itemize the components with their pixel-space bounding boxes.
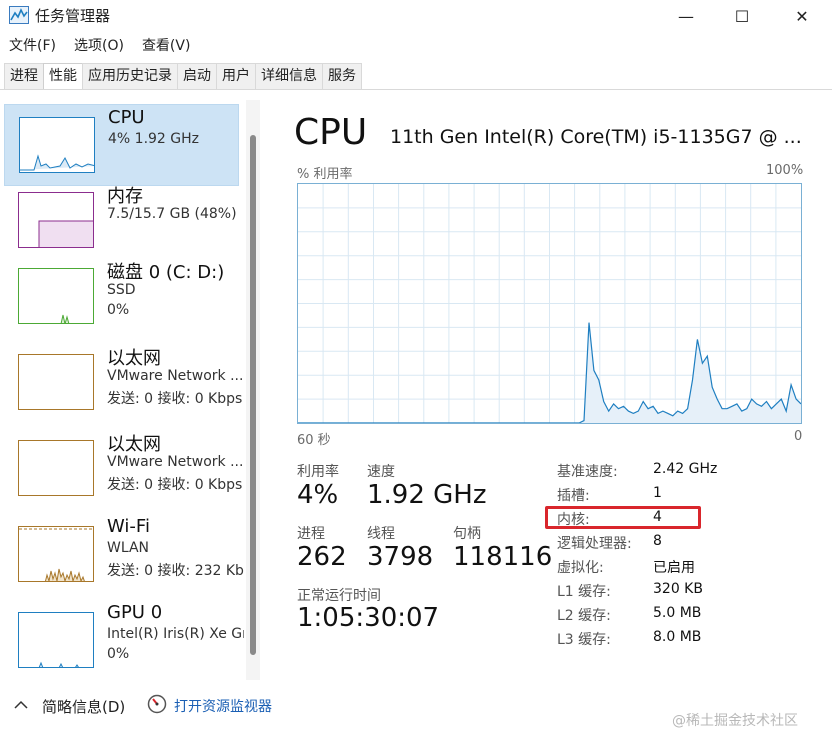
fewer-details-button[interactable]: 简略信息(D): [42, 696, 125, 717]
sidebar-item-detail: Intel(R) Iris(R) Xe Graphics: [107, 626, 244, 642]
open-resource-monitor-link[interactable]: 打开资源监视器: [174, 696, 272, 716]
disk-thumbnail: [18, 268, 94, 324]
resource-monitor-icon[interactable]: [147, 694, 167, 714]
uptime-value: 1:05:30:07: [297, 603, 440, 633]
processes-value: 262: [297, 542, 347, 572]
sidebar-item-wifi[interactable]: Wi-Fi WLAN 发送: 0 接收: 232 Kbps: [4, 514, 244, 596]
sidebar-item-detail: 4% 1.92 GHz: [108, 131, 200, 147]
virtualization-value: 已启用: [653, 560, 695, 576]
watermark-text: @稀土掘金技术社区: [672, 713, 798, 729]
cpu-model-name: 11th Gen Intel(R) Core(TM) i5-1135G7 @ .…: [390, 126, 802, 148]
cpu-utilization-graph: [297, 183, 802, 424]
sidebar-item-title: 磁盘 0 (C: D:): [107, 262, 225, 283]
page-title: CPU: [294, 112, 368, 153]
tab-details[interactable]: 详细信息: [255, 63, 323, 89]
graph-label-max: 100%: [766, 163, 804, 178]
threads-value: 3798: [367, 542, 434, 572]
uptime-label: 正常运行时间: [297, 588, 381, 604]
sidebar-item-detail: VMware Network ...: [107, 454, 244, 470]
sidebar-item-detail: WLAN: [107, 540, 150, 556]
graph-label-zero: 0: [794, 429, 803, 444]
sidebar-item-title: CPU: [108, 107, 145, 128]
minimize-button[interactable]: —: [658, 0, 714, 32]
handles-label: 句柄: [453, 526, 481, 542]
maximize-button[interactable]: ☐: [714, 0, 770, 32]
l1-cache-label: L1 缓存:: [557, 584, 611, 600]
graph-label-utilization: % 利用率: [297, 167, 353, 182]
tab-performance[interactable]: 性能: [43, 63, 83, 90]
ethernet-thumbnail: [18, 440, 94, 496]
sidebar-item-gpu[interactable]: GPU 0 Intel(R) Iris(R) Xe Graphics 0%: [4, 600, 244, 682]
logical-processors-value: 8: [653, 533, 662, 549]
base-speed-label: 基准速度:: [557, 464, 618, 480]
sidebar-item-memory[interactable]: 内存 7.5/15.7 GB (48%): [4, 180, 239, 262]
wifi-thumbnail: [18, 526, 94, 582]
sidebar-item-throughput: 发送: 0 接收: 232 Kbps: [107, 563, 244, 579]
sidebar-item-title: GPU 0: [107, 602, 163, 623]
graph-label-time-span: 60 秒: [297, 433, 331, 448]
tab-bar: 进程 性能 应用历史记录 启动 用户 详细信息 服务: [4, 63, 362, 90]
tab-processes[interactable]: 进程: [4, 63, 44, 89]
task-manager-icon: [9, 6, 29, 24]
ethernet-thumbnail: [18, 354, 94, 410]
speed-label: 速度: [367, 464, 395, 480]
tab-services[interactable]: 服务: [322, 63, 362, 89]
l2-cache-value: 5.0 MB: [653, 605, 702, 621]
logical-processors-label: 逻辑处理器:: [557, 536, 632, 552]
tab-users[interactable]: 用户: [216, 63, 256, 89]
window-title: 任务管理器: [35, 7, 111, 25]
close-button[interactable]: ✕: [774, 0, 830, 32]
menu-options[interactable]: 选项(O): [65, 34, 133, 58]
sidebar-item-disk[interactable]: 磁盘 0 (C: D:) SSD 0%: [4, 256, 239, 338]
sidebar-item-title: 以太网: [107, 434, 161, 455]
sidebar-item-detail: SSD: [107, 282, 136, 298]
sidebar-item-title: 内存: [107, 186, 143, 207]
chevron-up-icon[interactable]: [14, 700, 28, 710]
sidebar-item-throughput: 发送: 0 接收: 0 Kbps: [107, 391, 243, 407]
resource-sidebar: CPU 4% 1.92 GHz 内存 7.5/15.7 GB (48%) 磁盘 …: [0, 90, 268, 682]
cpu-thumbnail: [19, 117, 95, 173]
cores-highlight-box: [545, 506, 701, 529]
sockets-label: 插槽:: [557, 488, 590, 504]
utilization-label: 利用率: [297, 464, 339, 480]
menu-view[interactable]: 查看(V): [133, 34, 200, 58]
sidebar-item-title: Wi-Fi: [107, 516, 150, 537]
title-bar: 任务管理器 — ☐ ✕: [0, 0, 832, 32]
threads-label: 线程: [367, 526, 395, 542]
menu-bar: 文件(F) 选项(O) 查看(V): [0, 34, 199, 58]
tab-app-history[interactable]: 应用历史记录: [82, 63, 178, 89]
sidebar-item-throughput: 发送: 0 接收: 0 Kbps: [107, 477, 243, 493]
l3-cache-value: 8.0 MB: [653, 629, 702, 645]
tab-startup[interactable]: 启动: [177, 63, 217, 89]
utilization-value: 4%: [297, 480, 339, 510]
base-speed-value: 2.42 GHz: [653, 461, 718, 477]
sidebar-item-usage: 0%: [107, 646, 130, 662]
sidebar-item-cpu[interactable]: CPU 4% 1.92 GHz: [4, 104, 239, 186]
memory-thumbnail: [18, 192, 94, 248]
virtualization-label: 虚拟化:: [557, 560, 604, 576]
speed-value: 1.92 GHz: [367, 480, 487, 510]
sidebar-item-title: 以太网: [107, 348, 161, 369]
processes-label: 进程: [297, 526, 325, 542]
sidebar-item-detail: VMware Network ...: [107, 368, 244, 384]
l1-cache-value: 320 KB: [653, 581, 703, 597]
menu-file[interactable]: 文件(F): [0, 34, 65, 58]
sidebar-scrollbar-thumb[interactable]: [250, 135, 256, 655]
sidebar-item-ethernet-1[interactable]: 以太网 VMware Network ... 发送: 0 接收: 0 Kbps: [4, 342, 243, 424]
gpu-thumbnail: [18, 612, 94, 668]
sidebar-item-usage: 0%: [107, 302, 130, 318]
l2-cache-label: L2 缓存:: [557, 608, 611, 624]
sidebar-item-ethernet-2[interactable]: 以太网 VMware Network ... 发送: 0 接收: 0 Kbps: [4, 428, 243, 510]
l3-cache-label: L3 缓存:: [557, 632, 611, 648]
sidebar-item-detail: 7.5/15.7 GB (48%): [107, 206, 237, 222]
handles-value: 118116: [453, 542, 553, 572]
sockets-value: 1: [653, 485, 662, 501]
